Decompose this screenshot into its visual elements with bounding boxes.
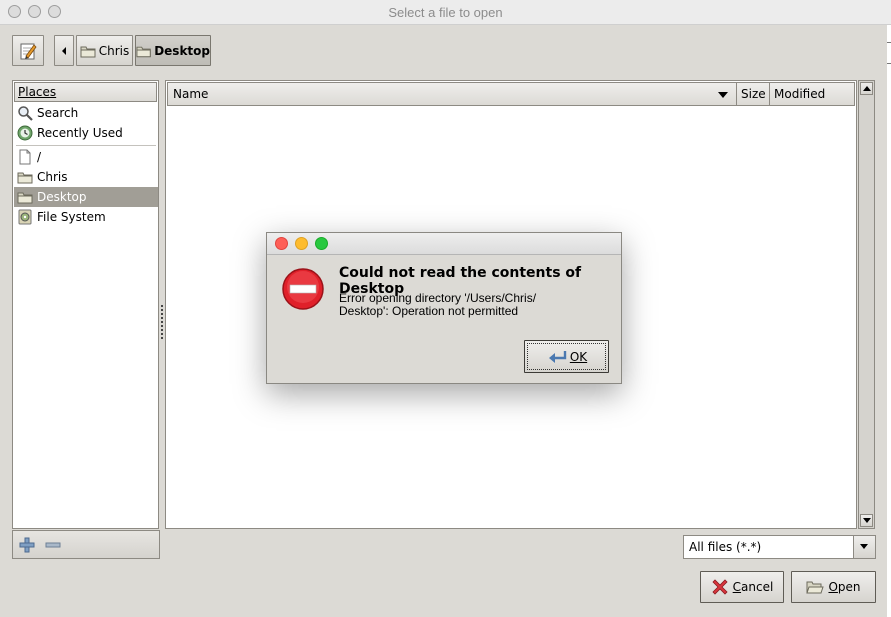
place-item-label: Recently Used — [37, 126, 123, 140]
path-segment-label: Chris — [98, 43, 130, 58]
bookmark-controls — [12, 530, 160, 559]
place-item-search[interactable]: Search — [14, 103, 158, 123]
place-item-label: Search — [37, 106, 79, 120]
path-segment-label: Desktop — [154, 43, 210, 58]
folder-open-icon — [806, 581, 825, 594]
path-segment-desktop[interactable]: Desktop — [135, 35, 211, 66]
file-filter-value: All files (*.*) — [689, 540, 762, 554]
places-header[interactable]: Places — [14, 82, 157, 102]
place-item-label: / — [37, 150, 42, 164]
cancel-x-icon — [712, 579, 728, 595]
place-item-chris[interactable]: Chris — [14, 167, 158, 187]
places-separator — [16, 145, 156, 146]
search-icon — [18, 106, 33, 121]
pane-resize-handle[interactable] — [161, 305, 164, 339]
window-title: Select a file to open — [388, 5, 503, 20]
column-header-size[interactable]: Size — [736, 82, 770, 106]
place-item-label: Desktop — [37, 190, 87, 204]
folder-icon — [17, 172, 33, 184]
open-label: Open — [828, 580, 861, 594]
place-item-label: Chris — [37, 170, 68, 184]
window-edge — [887, 25, 891, 617]
folder-icon — [17, 192, 33, 204]
error-dialog: Could not read the contents of Desktop E… — [266, 232, 622, 384]
drive-icon — [18, 209, 32, 225]
file-filter-toggle[interactable] — [853, 536, 875, 558]
arrow-up-icon — [863, 86, 871, 91]
recent-icon — [17, 125, 33, 141]
column-header-name[interactable]: Name — [167, 82, 737, 106]
remove-bookmark-icon[interactable] — [45, 537, 61, 553]
chevron-down-icon — [860, 544, 868, 549]
path-scroll-left-button[interactable] — [54, 35, 74, 66]
file-chooser-window: Select a file to open Chris Desktop Plac… — [0, 0, 891, 617]
file-icon — [19, 149, 31, 165]
dialog-close-button[interactable] — [275, 237, 288, 250]
column-header-modified[interactable]: Modified — [769, 82, 855, 106]
open-button[interactable]: Open — [791, 571, 876, 603]
place-item-root[interactable]: / — [14, 147, 158, 167]
place-item-desktop[interactable]: Desktop — [14, 187, 158, 207]
sort-descending-icon — [718, 92, 728, 98]
edit-pencil-icon — [20, 43, 37, 59]
error-stop-icon — [282, 268, 324, 310]
focus-ring — [527, 343, 606, 370]
scroll-up-button[interactable] — [860, 82, 873, 95]
add-bookmark-icon[interactable] — [19, 537, 35, 553]
dialog-minimize-button[interactable] — [295, 237, 308, 250]
place-item-file-system[interactable]: File System — [14, 207, 158, 227]
window-titlebar: Select a file to open — [0, 0, 891, 25]
place-item-label: File System — [37, 210, 106, 224]
window-edge-mark — [887, 42, 891, 64]
folder-icon — [136, 46, 151, 57]
path-segment-chris[interactable]: Chris — [76, 35, 133, 66]
cancel-button[interactable]: Cancel — [700, 571, 784, 603]
dialog-message-line: Desktop': Operation not permitted — [339, 304, 519, 318]
file-filter-dropdown[interactable]: All files (*.*) — [683, 535, 876, 559]
dialog-titlebar — [267, 233, 621, 255]
places-sidebar: Places Search Recently Used / Chris Desk… — [12, 80, 159, 529]
chevron-left-icon — [62, 46, 66, 55]
cancel-label: Cancel — [732, 580, 774, 594]
file-list-scrollbar[interactable] — [858, 80, 875, 529]
scroll-down-button[interactable] — [860, 514, 873, 527]
dialog-zoom-button[interactable] — [315, 237, 328, 250]
arrow-down-icon — [863, 518, 871, 523]
place-item-recently-used[interactable]: Recently Used — [14, 123, 158, 143]
dialog-message: Error opening directory '/Users/Chris/ D… — [339, 292, 599, 318]
ok-button[interactable]: OK — [524, 340, 609, 373]
folder-icon — [80, 46, 96, 57]
type-location-button[interactable] — [12, 35, 44, 66]
